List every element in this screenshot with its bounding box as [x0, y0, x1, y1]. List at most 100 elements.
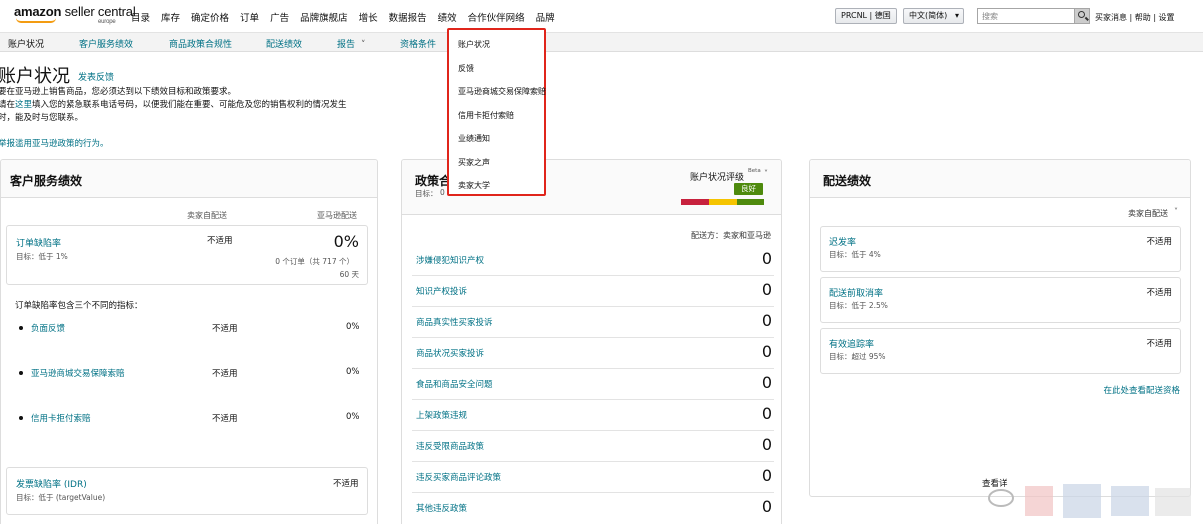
- chevron-down-icon[interactable]: ˅: [764, 169, 768, 178]
- policy-row-label: 食品和商品安全问题: [416, 380, 493, 390]
- cancel-rate-label[interactable]: 配送前取消率: [829, 286, 883, 299]
- search-icon: [1078, 11, 1085, 18]
- policy-row-restricted[interactable]: 违反受限商品政策 0: [412, 431, 774, 462]
- idr-value: 不适用: [333, 479, 359, 489]
- store-selector[interactable]: PRCNL | 德国: [835, 8, 897, 24]
- odr-amazon-value: 0%: [333, 232, 359, 251]
- policy-row-value: 0: [761, 342, 772, 361]
- policy-row-value: 0: [761, 466, 772, 485]
- late-shipment-target: 目标：低于 4%: [829, 250, 881, 259]
- policy-row-other[interactable]: 其他违反政策 0: [412, 493, 774, 524]
- shipping-eligibility-link[interactable]: 在此处查看配送资格: [1103, 384, 1180, 396]
- account-health-rating-label: 账户状况评级: [690, 173, 745, 183]
- idr-label[interactable]: 发票缺陷率 (IDR): [16, 477, 87, 490]
- policy-row-label: 商品真实性买家投诉: [416, 318, 493, 328]
- metric-negative-feedback-seller: 不适用: [212, 324, 238, 334]
- customer-service-title: 客户服务绩效: [10, 174, 83, 188]
- odr-label[interactable]: 订单缺陷率: [16, 236, 61, 249]
- nav-orders[interactable]: 订单: [240, 10, 259, 24]
- feedback-link[interactable]: 发表反馈: [78, 70, 114, 83]
- fulfilled-by-label: 配送方：卖家和亚马逊: [691, 231, 771, 240]
- late-shipment-label[interactable]: 迟发率: [829, 235, 856, 248]
- metric-a-to-z-claims-seller: 不适用: [212, 369, 238, 379]
- subnav-shipping-performance[interactable]: 配送绩效: [266, 37, 302, 50]
- odr-order-count: 0 个订单（共 717 个）: [275, 257, 354, 266]
- policy-row-ip-complaints[interactable]: 知识产权投诉 0: [412, 276, 774, 307]
- policy-compliance-card: 政策合 目标： 0 账户状况评级 Beta ˅ 良好 配送方：卖家和亚马逊 涉嫌…: [401, 159, 782, 524]
- subnav-eligibility[interactable]: 资格条件: [400, 37, 436, 50]
- policy-row-ip-suspected[interactable]: 涉嫌侵犯知识产权 0: [412, 245, 774, 276]
- intro-text-post: 填入您的紧急联系电话号码，以便我们能在重要、可能危及您的销售权利的情况发生: [32, 100, 347, 110]
- metric-chargeback-claims[interactable]: 信用卡拒付索赔: [31, 412, 91, 424]
- menu-account-health[interactable]: 账户状况: [458, 39, 490, 50]
- cancel-rate-target: 目标：低于 2.5%: [829, 301, 888, 310]
- odr-box: 订单缺陷率 目标：低于 1% 不适用 0% 0 个订单（共 717 个） 60 …: [6, 225, 368, 285]
- emergency-contact-link[interactable]: 这里: [15, 100, 32, 110]
- delivery-performance-card: 配送绩效 卖家自配送 ˅ 迟发率 目标：低于 4% 不适用 配送前取消率 目标：…: [809, 159, 1191, 497]
- menu-chargeback-claims[interactable]: 信用卡拒付索赔: [458, 110, 514, 121]
- language-selector[interactable]: 中文(简体) ▾: [903, 8, 964, 24]
- subnav-account-health[interactable]: 账户状况: [8, 37, 44, 50]
- top-links[interactable]: 买家消息 | 帮助 | 设置: [1095, 12, 1175, 23]
- nav-brands[interactable]: 品牌: [536, 10, 555, 24]
- chevron-down-icon[interactable]: ˅: [1174, 207, 1178, 216]
- policy-target-value: 0: [440, 188, 445, 197]
- policy-row-listing-violations[interactable]: 上架政策违规 0: [412, 400, 774, 431]
- metric-a-to-z-claims[interactable]: 亚马逊商城交易保障索赔: [31, 367, 125, 379]
- menu-feedback[interactable]: 反馈: [458, 63, 474, 74]
- nav-performance[interactable]: 绩效: [438, 10, 457, 24]
- late-shipment-box: 迟发率 目标：低于 4% 不适用: [820, 226, 1181, 272]
- beta-tag: Beta: [748, 168, 761, 174]
- nav-partner-network[interactable]: 合作伙伴网络: [468, 10, 525, 24]
- top-navigation-bar: amazon seller central europe 目录 库存 确定价格 …: [0, 0, 1203, 33]
- rating-badge: 良好: [734, 183, 763, 195]
- intro-line-3: 时，能及时与您联系。: [0, 113, 84, 123]
- nav-inventory[interactable]: 库存: [161, 10, 180, 24]
- policy-target-label: 目标：: [415, 189, 438, 198]
- policy-row-reviews[interactable]: 违反买家商品评论政策 0: [412, 462, 774, 493]
- intro-text-pre: 请在: [0, 100, 16, 110]
- search-button[interactable]: [1074, 8, 1090, 24]
- report-abuse-link[interactable]: 举报滥用亚马逊政策的行为。: [0, 137, 109, 149]
- valid-tracking-value: 不适用: [1146, 339, 1172, 349]
- nav-catalog[interactable]: 目录: [131, 10, 150, 24]
- col-amazon-fulfilled: 亚马逊配送: [317, 211, 357, 220]
- policy-row-value: 0: [761, 373, 772, 392]
- menu-seller-university[interactable]: 卖家大学: [458, 180, 490, 191]
- policy-row-condition[interactable]: 商品状况买家投诉 0: [412, 338, 774, 369]
- logo-product: seller central: [64, 4, 136, 19]
- rating-bar-yellow: [709, 199, 737, 205]
- policy-row-authenticity[interactable]: 商品真实性买家投诉 0: [412, 307, 774, 338]
- metric-negative-feedback[interactable]: 负面反馈: [31, 322, 65, 334]
- policy-row-value: 0: [761, 311, 772, 330]
- valid-tracking-label[interactable]: 有效追踪率: [829, 337, 874, 350]
- policy-row-food-safety[interactable]: 食品和商品安全问题 0: [412, 369, 774, 400]
- nav-growth[interactable]: 增长: [359, 10, 378, 24]
- subnav-customer-service[interactable]: 客户服务绩效: [79, 37, 133, 50]
- nav-reports[interactable]: 数据报告: [389, 10, 427, 24]
- odr-seller-value: 不适用: [207, 236, 233, 246]
- nav-stores[interactable]: 品牌旗舰店: [300, 10, 348, 24]
- rating-bar-green: [737, 199, 764, 205]
- metric-negative-feedback-amazon: 0%: [346, 322, 360, 332]
- metric-chargeback-claims-amazon: 0%: [346, 412, 360, 422]
- performance-dropdown-menu: 账户状况 反馈 亚马逊商城交易保障索赔 信用卡拒付索赔 业绩通知 买家之声 卖家…: [447, 28, 546, 196]
- menu-a-to-z-claims[interactable]: 亚马逊商城交易保障索赔: [458, 86, 546, 97]
- search-input[interactable]: 搜索: [977, 8, 1075, 24]
- nav-pricing[interactable]: 确定价格: [191, 10, 229, 24]
- menu-voice-of-customer[interactable]: 买家之声: [458, 157, 490, 168]
- idr-target: 目标：低于 (targetValue): [16, 493, 106, 502]
- chevron-down-icon: ˅: [361, 40, 366, 50]
- late-shipment-value: 不适用: [1146, 237, 1172, 247]
- subnav-product-policy[interactable]: 商品政策合规性: [169, 37, 232, 50]
- subnav-reports[interactable]: 报告 ˅: [337, 37, 366, 50]
- delivery-filter[interactable]: 卖家自配送: [1128, 208, 1168, 219]
- menu-performance-notifications[interactable]: 业绩通知: [458, 133, 490, 144]
- bullet-icon: [19, 371, 23, 375]
- language-label: 中文(简体): [909, 11, 948, 20]
- intro-line-1: 要在亚马逊上销售商品，您必须达到以下绩效目标和政策要求。: [0, 87, 237, 97]
- nav-advertising[interactable]: 广告: [270, 10, 289, 24]
- amazon-seller-central-logo[interactable]: amazon seller central europe: [14, 4, 136, 25]
- idr-box: 发票缺陷率 (IDR) 目标：低于 (targetValue) 不适用: [6, 467, 368, 515]
- policy-row-value: 0: [761, 249, 772, 268]
